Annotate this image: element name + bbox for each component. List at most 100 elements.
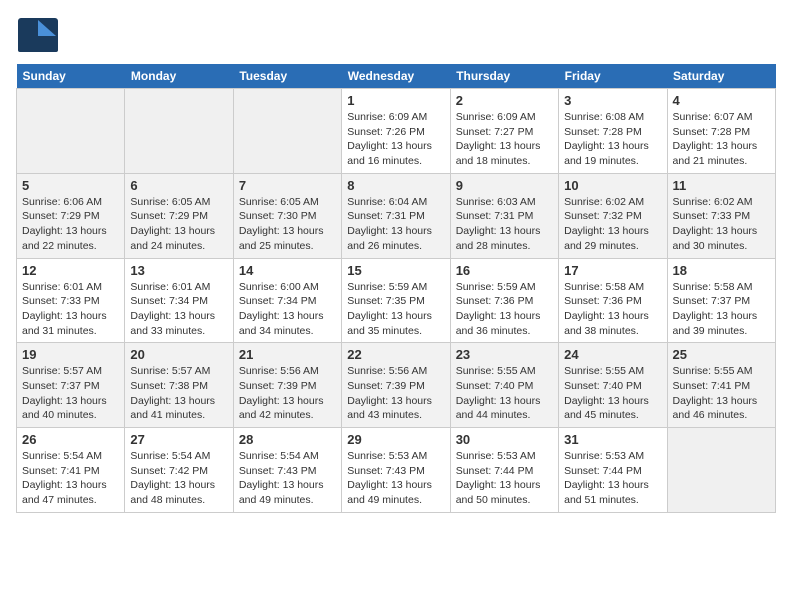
day-number: 4 xyxy=(673,93,770,108)
header-tuesday: Tuesday xyxy=(233,64,341,89)
calendar-week-4: 19 Sunrise: 5:57 AM Sunset: 7:37 PM Dayli… xyxy=(17,343,776,428)
cell-info: Sunrise: 6:07 AM Sunset: 7:28 PM Dayligh… xyxy=(673,110,770,169)
cell-info: Sunrise: 6:02 AM Sunset: 7:32 PM Dayligh… xyxy=(564,195,661,254)
day-number: 24 xyxy=(564,347,661,362)
page-header xyxy=(16,16,776,54)
day-number: 27 xyxy=(130,432,227,447)
day-number: 31 xyxy=(564,432,661,447)
calendar-cell xyxy=(125,89,233,174)
calendar-week-3: 12 Sunrise: 6:01 AM Sunset: 7:33 PM Dayli… xyxy=(17,258,776,343)
day-number: 21 xyxy=(239,347,336,362)
cell-info: Sunrise: 5:54 AM Sunset: 7:43 PM Dayligh… xyxy=(239,449,336,508)
cell-info: Sunrise: 5:57 AM Sunset: 7:38 PM Dayligh… xyxy=(130,364,227,423)
calendar-cell: 15 Sunrise: 5:59 AM Sunset: 7:35 PM Dayli… xyxy=(342,258,450,343)
day-number: 1 xyxy=(347,93,444,108)
calendar-week-2: 5Sunrise: 6:06 AM Sunset: 7:29 PM Daylig… xyxy=(17,173,776,258)
cell-info: Sunrise: 6:08 AM Sunset: 7:28 PM Dayligh… xyxy=(564,110,661,169)
logo-icon xyxy=(16,16,60,54)
cell-info: Sunrise: 6:01 AM Sunset: 7:33 PM Dayligh… xyxy=(22,280,119,339)
day-number: 11 xyxy=(673,178,770,193)
calendar-cell: 2 Sunrise: 6:09 AM Sunset: 7:27 PM Daylig… xyxy=(450,89,558,174)
header-sunday: Sunday xyxy=(17,64,125,89)
header-monday: Monday xyxy=(125,64,233,89)
calendar-week-5: 26Sunrise: 5:54 AM Sunset: 7:41 PM Dayli… xyxy=(17,428,776,513)
day-number: 5 xyxy=(22,178,119,193)
calendar-cell: 17 Sunrise: 5:58 AM Sunset: 7:36 PM Dayli… xyxy=(559,258,667,343)
calendar-cell: 5Sunrise: 6:06 AM Sunset: 7:29 PM Daylig… xyxy=(17,173,125,258)
calendar-cell xyxy=(233,89,341,174)
cell-info: Sunrise: 5:55 AM Sunset: 7:41 PM Dayligh… xyxy=(673,364,770,423)
day-number: 19 xyxy=(22,347,119,362)
cell-info: Sunrise: 5:56 AM Sunset: 7:39 PM Dayligh… xyxy=(347,364,444,423)
cell-info: Sunrise: 6:00 AM Sunset: 7:34 PM Dayligh… xyxy=(239,280,336,339)
calendar-cell: 6Sunrise: 6:05 AM Sunset: 7:29 PM Daylig… xyxy=(125,173,233,258)
calendar-cell: 30 Sunrise: 5:53 AM Sunset: 7:44 PM Dayli… xyxy=(450,428,558,513)
day-number: 15 xyxy=(347,263,444,278)
calendar-cell: 19 Sunrise: 5:57 AM Sunset: 7:37 PM Dayli… xyxy=(17,343,125,428)
day-number: 28 xyxy=(239,432,336,447)
cell-info: Sunrise: 5:55 AM Sunset: 7:40 PM Dayligh… xyxy=(564,364,661,423)
cell-info: Sunrise: 5:53 AM Sunset: 7:44 PM Dayligh… xyxy=(564,449,661,508)
calendar-table: SundayMondayTuesdayWednesdayThursdayFrid… xyxy=(16,64,776,513)
day-number: 18 xyxy=(673,263,770,278)
cell-info: Sunrise: 5:59 AM Sunset: 7:35 PM Dayligh… xyxy=(347,280,444,339)
cell-info: Sunrise: 6:03 AM Sunset: 7:31 PM Dayligh… xyxy=(456,195,553,254)
cell-info: Sunrise: 6:09 AM Sunset: 7:26 PM Dayligh… xyxy=(347,110,444,169)
day-number: 7 xyxy=(239,178,336,193)
day-number: 10 xyxy=(564,178,661,193)
calendar-cell: 1 Sunrise: 6:09 AM Sunset: 7:26 PM Daylig… xyxy=(342,89,450,174)
day-number: 12 xyxy=(22,263,119,278)
day-number: 17 xyxy=(564,263,661,278)
day-number: 23 xyxy=(456,347,553,362)
header-thursday: Thursday xyxy=(450,64,558,89)
cell-info: Sunrise: 6:01 AM Sunset: 7:34 PM Dayligh… xyxy=(130,280,227,339)
calendar-cell: 8 Sunrise: 6:04 AM Sunset: 7:31 PM Daylig… xyxy=(342,173,450,258)
day-number: 20 xyxy=(130,347,227,362)
calendar-cell: 18 Sunrise: 5:58 AM Sunset: 7:37 PM Dayli… xyxy=(667,258,775,343)
calendar-week-1: 1 Sunrise: 6:09 AM Sunset: 7:26 PM Daylig… xyxy=(17,89,776,174)
day-number: 9 xyxy=(456,178,553,193)
calendar-cell: 14 Sunrise: 6:00 AM Sunset: 7:34 PM Dayli… xyxy=(233,258,341,343)
calendar-header-row: SundayMondayTuesdayWednesdayThursdayFrid… xyxy=(17,64,776,89)
day-number: 3 xyxy=(564,93,661,108)
calendar-cell xyxy=(667,428,775,513)
cell-info: Sunrise: 5:57 AM Sunset: 7:37 PM Dayligh… xyxy=(22,364,119,423)
cell-info: Sunrise: 6:05 AM Sunset: 7:29 PM Dayligh… xyxy=(130,195,227,254)
day-number: 16 xyxy=(456,263,553,278)
day-number: 2 xyxy=(456,93,553,108)
cell-info: Sunrise: 6:02 AM Sunset: 7:33 PM Dayligh… xyxy=(673,195,770,254)
calendar-cell: 7 Sunrise: 6:05 AM Sunset: 7:30 PM Daylig… xyxy=(233,173,341,258)
calendar-cell xyxy=(17,89,125,174)
day-number: 25 xyxy=(673,347,770,362)
calendar-cell: 3 Sunrise: 6:08 AM Sunset: 7:28 PM Daylig… xyxy=(559,89,667,174)
day-number: 8 xyxy=(347,178,444,193)
day-number: 22 xyxy=(347,347,444,362)
cell-info: Sunrise: 5:58 AM Sunset: 7:37 PM Dayligh… xyxy=(673,280,770,339)
calendar-cell: 31 Sunrise: 5:53 AM Sunset: 7:44 PM Dayli… xyxy=(559,428,667,513)
calendar-cell: 4 Sunrise: 6:07 AM Sunset: 7:28 PM Daylig… xyxy=(667,89,775,174)
calendar-cell: 24 Sunrise: 5:55 AM Sunset: 7:40 PM Dayli… xyxy=(559,343,667,428)
logo xyxy=(16,16,62,54)
calendar-cell: 12 Sunrise: 6:01 AM Sunset: 7:33 PM Dayli… xyxy=(17,258,125,343)
calendar-cell: 11 Sunrise: 6:02 AM Sunset: 7:33 PM Dayli… xyxy=(667,173,775,258)
cell-info: Sunrise: 6:09 AM Sunset: 7:27 PM Dayligh… xyxy=(456,110,553,169)
cell-info: Sunrise: 5:55 AM Sunset: 7:40 PM Dayligh… xyxy=(456,364,553,423)
cell-info: Sunrise: 5:53 AM Sunset: 7:44 PM Dayligh… xyxy=(456,449,553,508)
header-saturday: Saturday xyxy=(667,64,775,89)
calendar-cell: 23 Sunrise: 5:55 AM Sunset: 7:40 PM Dayli… xyxy=(450,343,558,428)
day-number: 30 xyxy=(456,432,553,447)
calendar-cell: 20 Sunrise: 5:57 AM Sunset: 7:38 PM Dayli… xyxy=(125,343,233,428)
cell-info: Sunrise: 6:04 AM Sunset: 7:31 PM Dayligh… xyxy=(347,195,444,254)
cell-info: Sunrise: 6:05 AM Sunset: 7:30 PM Dayligh… xyxy=(239,195,336,254)
day-number: 14 xyxy=(239,263,336,278)
header-wednesday: Wednesday xyxy=(342,64,450,89)
cell-info: Sunrise: 5:54 AM Sunset: 7:41 PM Dayligh… xyxy=(22,449,119,508)
day-number: 13 xyxy=(130,263,227,278)
cell-info: Sunrise: 5:53 AM Sunset: 7:43 PM Dayligh… xyxy=(347,449,444,508)
calendar-cell: 27Sunrise: 5:54 AM Sunset: 7:42 PM Dayli… xyxy=(125,428,233,513)
header-friday: Friday xyxy=(559,64,667,89)
calendar-cell: 29Sunrise: 5:53 AM Sunset: 7:43 PM Dayli… xyxy=(342,428,450,513)
calendar-cell: 10 Sunrise: 6:02 AM Sunset: 7:32 PM Dayli… xyxy=(559,173,667,258)
cell-info: Sunrise: 5:58 AM Sunset: 7:36 PM Dayligh… xyxy=(564,280,661,339)
calendar-cell: 16Sunrise: 5:59 AM Sunset: 7:36 PM Dayli… xyxy=(450,258,558,343)
